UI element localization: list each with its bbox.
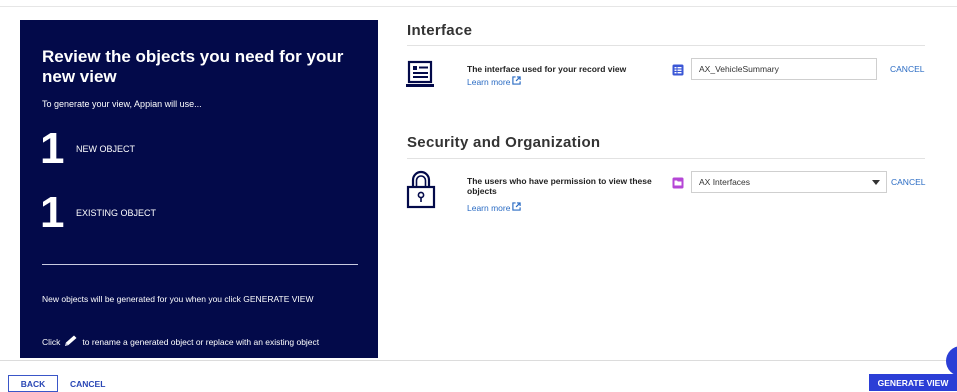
interface-name-value[interactable]: AX_VehicleSummary (699, 64, 779, 74)
existing-object-count-row: 1 EXISTING OBJECT (40, 191, 156, 235)
interface-learn-more-text[interactable]: Learn more (467, 77, 510, 87)
rename-note: Click to rename a generated object or re… (42, 334, 319, 350)
security-learn-more-text[interactable]: Learn more (467, 203, 510, 213)
panel-divider (42, 264, 358, 265)
folder-icon (672, 176, 684, 194)
security-heading: Security and Organization (407, 134, 601, 151)
interface-row-label: The interface used for your record view (467, 64, 627, 74)
interface-heading: Interface (407, 22, 473, 39)
security-row-label: The users who have permission to view th… (467, 176, 652, 196)
interface-divider (407, 45, 925, 46)
help-bubble[interactable] (946, 346, 957, 376)
summary-panel: Review the objects you need for your new… (20, 20, 378, 358)
security-learn-more-link[interactable]: Learn more (467, 202, 522, 213)
new-object-count-row: 1 NEW OBJECT (40, 127, 135, 171)
interface-name-field[interactable]: AX_VehicleSummary (691, 58, 877, 80)
external-link-icon (512, 202, 522, 213)
lock-icon (405, 170, 437, 215)
rename-note-suffix: to rename a generated object or replace … (82, 337, 320, 347)
top-divider (0, 6, 957, 7)
external-link-icon (512, 76, 522, 87)
generate-note: New objects will be generated for you wh… (42, 294, 314, 304)
existing-object-count: 1 (40, 188, 65, 237)
interface-monitor-icon (405, 60, 437, 95)
pencil-icon (63, 334, 79, 350)
interface-object-icon (672, 63, 684, 81)
cancel-button[interactable]: CANCEL (70, 379, 105, 389)
interface-cancel-link[interactable]: CANCEL (890, 64, 924, 74)
footer-divider (0, 360, 957, 361)
security-cancel-link[interactable]: CANCEL (891, 177, 925, 187)
summary-title: Review the objects you need for your new… (42, 47, 344, 86)
security-group-dropdown[interactable]: AX Interfaces (691, 171, 887, 193)
rename-note-prefix: Click (42, 337, 61, 347)
security-group-selected: AX Interfaces (699, 177, 751, 187)
new-object-count: 1 (40, 124, 65, 173)
interface-learn-more-link[interactable]: Learn more (467, 76, 522, 87)
security-divider (407, 158, 925, 159)
existing-object-label: EXISTING OBJECT (76, 208, 157, 218)
summary-subtitle: To generate your view, Appian will use..… (42, 99, 202, 109)
new-object-label: NEW OBJECT (76, 144, 136, 154)
back-button[interactable]: BACK (8, 375, 58, 392)
dropdown-arrow-icon[interactable] (872, 177, 880, 187)
generate-view-button[interactable]: GENERATE VIEW (869, 374, 957, 391)
